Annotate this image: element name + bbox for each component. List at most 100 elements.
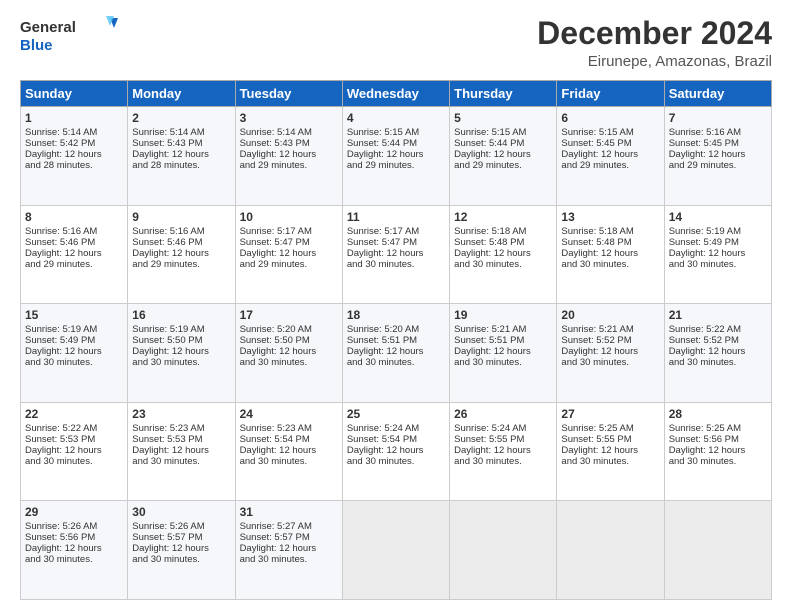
calendar-day-cell: [342, 501, 449, 600]
day-info-line: and 29 minutes.: [25, 259, 123, 270]
header: General Blue December 2024 Eirunepe, Ama…: [20, 16, 772, 70]
calendar-week-row: 15 Sunrise: 5:19 AMSunset: 5:49 PM Dayligh…: [21, 304, 772, 403]
day-info-line: Sunrise: 5:22 AM: [25, 423, 123, 434]
day-info-line: Sunset: 5:49 PM: [25, 335, 123, 346]
day-info-line: and 29 minutes.: [347, 160, 445, 171]
calendar-table: SundayMondayTuesdayWednesdayThursdayFrid…: [20, 80, 772, 600]
day-info-line: and 30 minutes.: [454, 259, 552, 270]
day-info-line: Sunrise: 5:26 AM: [25, 521, 123, 532]
day-info-line: Daylight: 12 hours: [240, 248, 338, 259]
calendar-day-cell: 12Sunrise: 5:18 AMSunset: 5:48 PMDayligh…: [450, 205, 557, 304]
day-info-line: and 30 minutes.: [669, 456, 767, 467]
day-info-line: Sunset: 5:55 PM: [561, 434, 659, 445]
day-number: 18: [347, 308, 445, 322]
day-info-line: and 30 minutes.: [25, 554, 123, 565]
day-number: 9: [132, 210, 230, 224]
day-info-line: and 30 minutes.: [561, 259, 659, 270]
day-info-line: Sunset: 5:43 PM: [240, 138, 338, 149]
day-info-line: Daylight: 12 hours: [240, 445, 338, 456]
day-info-line: Sunset: 5:57 PM: [132, 532, 230, 543]
day-info-line: Sunrise: 5:25 AM: [669, 423, 767, 434]
day-info-line: Sunrise: 5:20 AM: [240, 324, 338, 335]
calendar-day-cell: 29Sunrise: 5:26 AMSunset: 5:56 PMDayligh…: [21, 501, 128, 600]
day-info-line: Sunrise: 5:24 AM: [347, 423, 445, 434]
day-info-line: Sunrise: 5:21 AM: [561, 324, 659, 335]
day-info-line: Sunrise: 5:19 AM: [669, 226, 767, 237]
day-info-line: and 30 minutes.: [25, 456, 123, 467]
day-info-line: Sunrise: 5:15 AM: [561, 127, 659, 138]
day-info-line: Daylight: 12 hours: [454, 346, 552, 357]
day-info-line: Sunrise: 5:25 AM: [561, 423, 659, 434]
logo-svg: General Blue: [20, 16, 120, 58]
day-number: 7: [669, 111, 767, 125]
day-info-line: Daylight: 12 hours: [347, 149, 445, 160]
day-info-line: Daylight: 12 hours: [132, 543, 230, 554]
day-info-line: Daylight: 12 hours: [132, 346, 230, 357]
day-info-line: and 29 minutes.: [669, 160, 767, 171]
day-info-line: Sunset: 5:45 PM: [669, 138, 767, 149]
calendar-day-cell: 5Sunrise: 5:15 AMSunset: 5:44 PMDaylight…: [450, 107, 557, 206]
day-info-line: Sunset: 5:44 PM: [347, 138, 445, 149]
day-number: 30: [132, 505, 230, 519]
calendar-week-row: 22Sunrise: 5:22 AMSunset: 5:53 PMDayligh…: [21, 402, 772, 501]
day-info-line: and 29 minutes.: [240, 160, 338, 171]
day-info-line: Daylight: 12 hours: [240, 346, 338, 357]
calendar-day-cell: 21Sunrise: 5:22 AMSunset: 5:52 PMDayligh…: [664, 304, 771, 403]
calendar-day-cell: [450, 501, 557, 600]
day-info-line: and 30 minutes.: [454, 456, 552, 467]
day-info-line: Sunset: 5:44 PM: [454, 138, 552, 149]
day-info-line: Sunrise: 5:19 AM: [25, 324, 123, 335]
calendar-day-cell: 31Sunrise: 5:27 AMSunset: 5:57 PMDayligh…: [235, 501, 342, 600]
day-number: 17: [240, 308, 338, 322]
day-info-line: Sunset: 5:46 PM: [132, 237, 230, 248]
day-info-line: Daylight: 12 hours: [240, 543, 338, 554]
day-number: 15: [25, 308, 123, 322]
day-info-line: Sunset: 5:54 PM: [347, 434, 445, 445]
calendar-day-cell: 7Sunrise: 5:16 AMSunset: 5:45 PMDaylight…: [664, 107, 771, 206]
day-info-line: Sunset: 5:51 PM: [347, 335, 445, 346]
day-info-line: Sunset: 5:56 PM: [25, 532, 123, 543]
calendar-day-cell: 4Sunrise: 5:15 AMSunset: 5:44 PMDaylight…: [342, 107, 449, 206]
calendar-day-cell: 18Sunrise: 5:20 AMSunset: 5:51 PMDayligh…: [342, 304, 449, 403]
day-info-line: Sunrise: 5:22 AM: [669, 324, 767, 335]
day-info-line: Daylight: 12 hours: [347, 346, 445, 357]
day-info-line: Sunrise: 5:16 AM: [132, 226, 230, 237]
day-info-line: Sunset: 5:48 PM: [454, 237, 552, 248]
day-info-line: Daylight: 12 hours: [454, 445, 552, 456]
day-info-line: Daylight: 12 hours: [561, 445, 659, 456]
day-info-line: and 30 minutes.: [132, 456, 230, 467]
calendar-day-cell: 13Sunrise: 5:18 AMSunset: 5:48 PMDayligh…: [557, 205, 664, 304]
calendar-day-cell: 11Sunrise: 5:17 AMSunset: 5:47 PMDayligh…: [342, 205, 449, 304]
svg-text:General: General: [20, 19, 76, 36]
calendar-day-cell: 19Sunrise: 5:21 AMSunset: 5:51 PMDayligh…: [450, 304, 557, 403]
day-info-line: Sunset: 5:54 PM: [240, 434, 338, 445]
day-of-week-header: Thursday: [450, 81, 557, 107]
day-info-line: Daylight: 12 hours: [669, 149, 767, 160]
day-info-line: Daylight: 12 hours: [132, 149, 230, 160]
title-block: December 2024 Eirunepe, Amazonas, Brazil: [537, 16, 772, 70]
day-info-line: and 30 minutes.: [347, 456, 445, 467]
day-info-line: Sunset: 5:55 PM: [454, 434, 552, 445]
day-info-line: and 30 minutes.: [240, 554, 338, 565]
day-info-line: Sunrise: 5:14 AM: [132, 127, 230, 138]
calendar-day-cell: [557, 501, 664, 600]
day-info-line: Sunrise: 5:18 AM: [561, 226, 659, 237]
day-info-line: Daylight: 12 hours: [669, 248, 767, 259]
calendar-day-cell: [664, 501, 771, 600]
day-number: 5: [454, 111, 552, 125]
day-info-line: and 29 minutes.: [132, 259, 230, 270]
svg-text:Blue: Blue: [20, 37, 53, 54]
day-info-line: Sunrise: 5:17 AM: [347, 226, 445, 237]
day-info-line: and 28 minutes.: [132, 160, 230, 171]
main-title: December 2024: [537, 16, 772, 51]
day-info-line: Sunset: 5:42 PM: [25, 138, 123, 149]
calendar-week-row: 8Sunrise: 5:16 AMSunset: 5:46 PMDaylight…: [21, 205, 772, 304]
calendar-day-cell: 2Sunrise: 5:14 AMSunset: 5:43 PMDaylight…: [128, 107, 235, 206]
day-info-line: and 30 minutes.: [347, 357, 445, 368]
calendar-week-row: 29Sunrise: 5:26 AMSunset: 5:56 PMDayligh…: [21, 501, 772, 600]
day-info-line: Daylight: 12 hours: [347, 445, 445, 456]
day-number: 14: [669, 210, 767, 224]
calendar-day-cell: 20Sunrise: 5:21 AMSunset: 5:52 PMDayligh…: [557, 304, 664, 403]
day-info-line: Sunrise: 5:14 AM: [240, 127, 338, 138]
day-number: 11: [347, 210, 445, 224]
